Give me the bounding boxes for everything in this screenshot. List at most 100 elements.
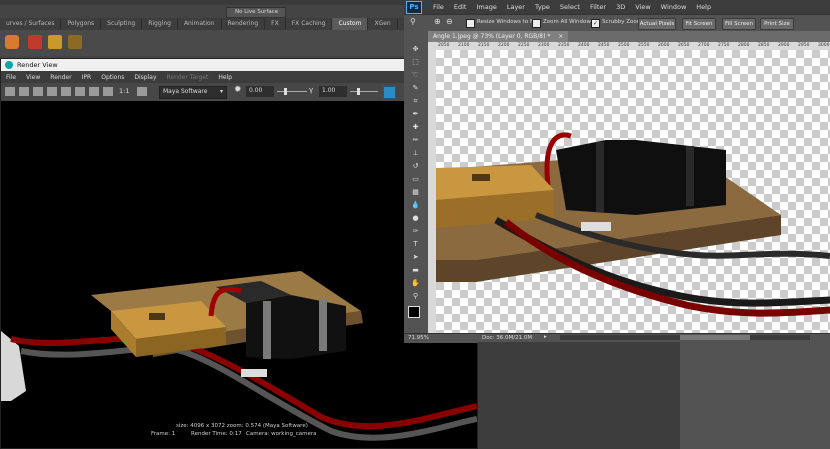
render-region-icon[interactable]	[19, 87, 29, 96]
shelf-tab-fx[interactable]: FX	[265, 18, 286, 30]
actual-pixels-button[interactable]: Actual Pixels	[638, 18, 676, 30]
ps-menu-filter[interactable]: Filter	[585, 3, 611, 11]
live-surface-field[interactable]: No Live Surface	[226, 7, 286, 18]
controller-display	[149, 313, 165, 320]
shelf-tab-polygons[interactable]: Polygons	[61, 18, 102, 30]
marquee-tool-icon[interactable]: ⬚	[410, 58, 421, 66]
gradient-tool-icon[interactable]: ▦	[410, 188, 421, 196]
brush-tool-icon[interactable]: ✏	[410, 136, 421, 144]
zoom-all-label: Zoom All Windows	[543, 19, 594, 25]
resize-windows-checkbox[interactable]	[466, 19, 475, 28]
rv-menu-help[interactable]: Help	[213, 74, 237, 81]
ratio-button[interactable]: 1:1	[119, 87, 129, 95]
rv-menu-display[interactable]: Display	[129, 74, 161, 81]
ps-menu-help[interactable]: Help	[691, 3, 716, 11]
rv-menu-render-target[interactable]: Render Target	[162, 74, 214, 81]
scrubby-zoom-checkbox[interactable]: ✓	[591, 19, 600, 28]
status-menu-arrow-icon[interactable]: ▸	[544, 334, 547, 340]
foreground-color-swatch[interactable]	[408, 306, 420, 318]
fit-screen-button[interactable]: Fit Screen	[682, 18, 716, 30]
gamma-slider-handle[interactable]	[357, 88, 360, 95]
type-tool-icon[interactable]: T	[410, 240, 421, 248]
gamma-slider[interactable]	[350, 91, 378, 92]
zoom-tool-icon[interactable]: ⚲	[410, 292, 421, 300]
zoom-out-icon[interactable]: ⊖	[446, 17, 453, 26]
gamma-field[interactable]: 1.00	[319, 86, 347, 97]
shelf-tab-sculpting[interactable]: Sculpting	[101, 18, 143, 30]
ps-menu-file[interactable]: File	[428, 3, 449, 11]
shelf-icon-4[interactable]	[68, 35, 82, 49]
dodge-tool-icon[interactable]: ●	[410, 214, 421, 222]
channel-icon[interactable]	[61, 87, 71, 96]
pen-tool-icon[interactable]: ✑	[410, 227, 421, 235]
history-brush-tool-icon[interactable]: ↺	[410, 162, 421, 170]
eyedropper-tool-icon[interactable]: ✒	[410, 110, 421, 118]
zoom-all-checkbox[interactable]	[532, 19, 541, 28]
ps-menu-window[interactable]: Window	[656, 3, 692, 11]
print-size-button[interactable]: Print Size	[760, 18, 794, 30]
status-zoom[interactable]: 71.95%	[408, 335, 429, 341]
blur-tool-icon[interactable]: 💧	[410, 201, 421, 209]
document-tab[interactable]: Angle 1.jpeg @ 73% (Layer 0, RGB/8) * ×	[428, 31, 569, 42]
ps-menu-type[interactable]: Type	[530, 3, 555, 11]
quick-select-tool-icon[interactable]: ✎	[410, 84, 421, 92]
exposure-slider-handle[interactable]	[284, 88, 287, 95]
shelf-icon-1[interactable]	[5, 35, 19, 49]
stamp-tool-icon[interactable]: ⊥	[410, 149, 421, 157]
scrubby-zoom-label: Scrubby Zoom	[602, 19, 643, 25]
ps-menu-edit[interactable]: Edit	[449, 3, 472, 11]
zoom-tool-icon[interactable]: ⚲	[410, 17, 416, 26]
keep-image-icon[interactable]	[89, 87, 99, 96]
exposure-icon: ✹	[234, 85, 242, 95]
ipr-icon[interactable]	[47, 87, 57, 96]
exposure-field[interactable]: 0.00	[246, 86, 274, 97]
chevron-down-icon: ▾	[219, 88, 223, 95]
renderer-select[interactable]: Maya Software ▾	[159, 86, 227, 99]
color-management-icon[interactable]	[383, 86, 396, 99]
horizontal-ruler: 2050 2100 2150 2200 2250 2300 2350 2400 2450 2500…	[428, 42, 830, 50]
display-icon[interactable]	[137, 87, 147, 96]
photoshop-logo: Ps	[406, 0, 422, 14]
ruler-tick-label: 2850	[758, 43, 770, 48]
eraser-tool-icon[interactable]: ▭	[410, 175, 421, 183]
fill-screen-button[interactable]: Fill Screen	[722, 18, 756, 30]
shelf-icon-cp[interactable]	[28, 35, 42, 49]
ps-menu-3d[interactable]: 3D	[611, 3, 630, 11]
close-icon[interactable]: ×	[558, 33, 563, 40]
rv-menu-options[interactable]: Options	[96, 74, 129, 81]
exposure-slider[interactable]	[277, 91, 307, 92]
shelf-tab-fx-caching[interactable]: FX Caching	[286, 18, 333, 30]
zoom-in-icon[interactable]: ⊕	[434, 17, 441, 26]
rv-menu-render[interactable]: Render	[45, 74, 76, 81]
crop-tool-icon[interactable]: ⌗	[410, 97, 421, 105]
rv-menu-ipr[interactable]: IPR	[77, 74, 97, 81]
shelf-tab-xgen[interactable]: XGen	[368, 18, 398, 30]
alpha-icon[interactable]	[75, 87, 85, 96]
shelf-tab-rendering[interactable]: Rendering	[222, 18, 266, 30]
ps-menu-select[interactable]: Select	[555, 3, 585, 11]
shelf-tab-urves-surfaces[interactable]: urves / Surfaces	[0, 18, 62, 30]
healing-brush-tool-icon[interactable]: ✚	[410, 123, 421, 131]
shelf-tab-custom[interactable]: Custom	[332, 18, 369, 30]
shelf-tab-animation[interactable]: Animation	[178, 18, 222, 30]
path-select-tool-icon[interactable]: ➤	[410, 253, 421, 261]
remove-image-icon[interactable]	[103, 87, 113, 96]
panel-area	[680, 342, 830, 449]
ps-menu-layer[interactable]: Layer	[502, 3, 530, 11]
lasso-tool-icon[interactable]: ➰	[410, 71, 421, 79]
rv-menu-file[interactable]: File	[1, 74, 21, 81]
rv-menu-view[interactable]: View	[21, 74, 45, 81]
photoshop-canvas[interactable]	[436, 50, 830, 333]
shelf-tab-rigging[interactable]: Rigging	[142, 18, 178, 30]
horizontal-scrollbar[interactable]	[560, 335, 810, 340]
canvas-image-svg	[436, 132, 830, 317]
move-tool-icon[interactable]: ✥	[410, 45, 421, 53]
render-frame-icon[interactable]	[5, 87, 15, 96]
ps-menu-view[interactable]: View	[630, 3, 655, 11]
hand-tool-icon[interactable]: ✋	[410, 279, 421, 287]
snapshot-icon[interactable]	[33, 87, 43, 96]
scrollbar-thumb[interactable]	[680, 335, 750, 340]
shelf-icon-3[interactable]	[48, 35, 62, 49]
ps-menu-image[interactable]: Image	[471, 3, 501, 11]
shape-tool-icon[interactable]: ▬	[410, 266, 421, 274]
